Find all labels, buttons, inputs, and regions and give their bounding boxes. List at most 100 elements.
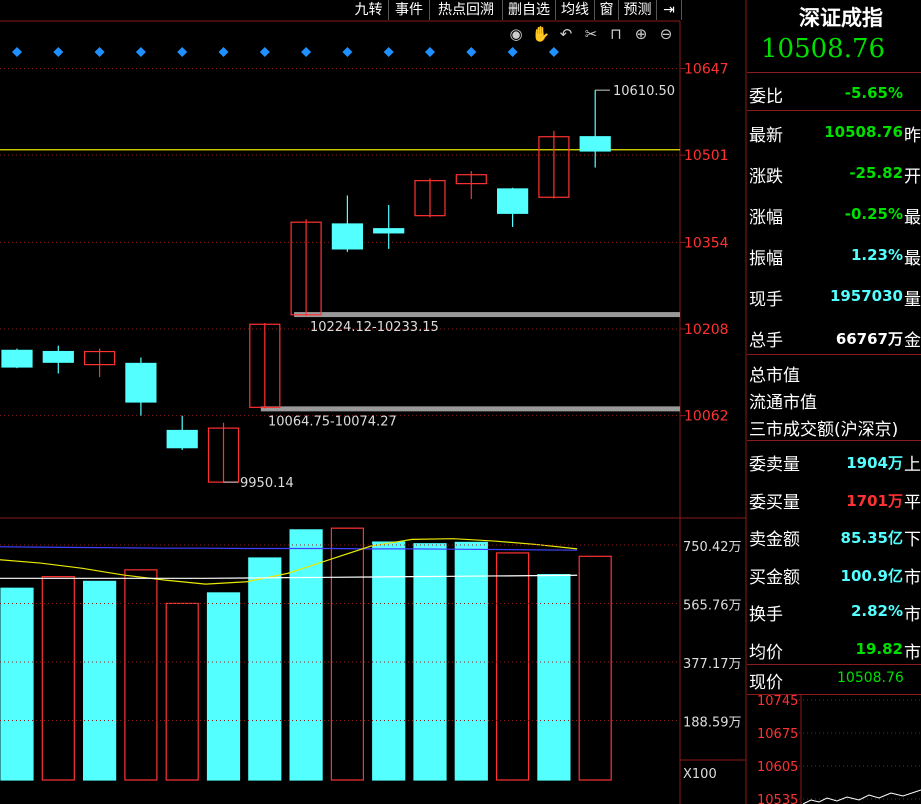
order-row-1-label: 委买量	[749, 492, 800, 513]
candle-body	[42, 350, 74, 363]
volume-bar	[330, 527, 364, 781]
signal-diamond	[12, 47, 22, 57]
volume-multiplier: X100	[683, 767, 717, 782]
index-title: 深证成指	[799, 5, 883, 30]
volume-tick-label: 188.59万	[683, 716, 742, 731]
volume-bar	[537, 574, 571, 781]
quote-row-1-value: -25.82	[849, 164, 903, 182]
volume-bar	[372, 541, 406, 781]
market-cap-label-0: 总市值	[749, 366, 800, 386]
lock-icon[interactable]: ⊓	[605, 25, 627, 43]
price-tick-label: 10062	[684, 409, 729, 425]
zoom-in-icon[interactable]: ⊕	[630, 25, 652, 43]
quote-row-3-label: 振幅	[749, 249, 783, 269]
order-row-3-suffix: 市	[904, 567, 921, 588]
order-row-5-value: 19.82	[855, 639, 903, 658]
zoom-out-icon[interactable]: ⊖	[655, 25, 677, 43]
volume-bar	[0, 587, 34, 781]
signal-diamond	[342, 47, 353, 57]
eye-icon[interactable]: ◉	[505, 25, 527, 43]
signal-diamond	[466, 47, 477, 57]
weibi-value: -5.65%	[844, 84, 903, 102]
volume-bar	[578, 555, 612, 781]
volume-ma-white	[0, 574, 578, 579]
panel-separator	[747, 72, 921, 73]
signal-diamond	[425, 47, 435, 57]
candle-body	[579, 136, 611, 152]
order-row-0-suffix: 上	[904, 455, 921, 475]
volume-tick-label: 377.17万	[683, 657, 742, 672]
xianjia-value: 10508.76	[837, 670, 904, 686]
volume-tick-label: 750.42万	[683, 540, 742, 555]
scissors-icon[interactable]: ✂	[580, 25, 602, 43]
volume-bar	[248, 557, 282, 781]
signal-diamond	[135, 47, 146, 57]
volume-tick-label: 565.76万	[683, 599, 742, 614]
quote-row-2-suffix: 最	[904, 208, 921, 228]
candle-body	[166, 429, 198, 449]
candle-body	[373, 228, 405, 234]
high-annotation: 10610.50	[613, 84, 675, 99]
order-row-1-suffix: 平	[904, 492, 921, 513]
gap-bar	[260, 406, 680, 412]
order-row-2-value: 85.35亿	[840, 529, 903, 547]
quote-row-4-label: 现手	[749, 290, 783, 310]
panel-separator	[747, 694, 921, 695]
quote-row-2-value: -0.25%	[844, 205, 903, 223]
mini-intraday-chart[interactable]: 10745 10675 10605 10535	[747, 694, 921, 804]
quote-panel: 深证成指 10508.76 委比 -5.65% 最新 10508.76 昨涨跌 -25…	[747, 0, 921, 804]
order-row-0-label: 委卖量	[749, 455, 800, 475]
price-tick-label: 10354	[684, 235, 729, 251]
order-row-4-value: 2.82%	[850, 602, 903, 620]
mini-tick-label: 10535	[757, 793, 798, 804]
order-row-1-value: 1701万	[846, 491, 903, 510]
order-row-5-label: 均价	[749, 642, 783, 663]
candle-body	[1, 349, 33, 368]
panel-separator	[747, 440, 921, 441]
order-row-3-label: 买金额	[749, 567, 800, 588]
mini-tick-label: 10745	[757, 694, 798, 709]
signal-diamond	[259, 47, 270, 57]
volume-bar	[206, 592, 241, 781]
index-price: 10508.76	[761, 34, 886, 64]
xianjia-label: 现价	[749, 673, 783, 693]
gap2-annotation: 10064.75-10074.27	[268, 414, 397, 429]
order-row-2-label: 卖金额	[749, 530, 800, 550]
weibi-label: 委比	[749, 87, 783, 107]
signal-diamond	[301, 47, 312, 57]
quote-row-0-suffix: 昨	[904, 126, 921, 146]
quote-row-3-value: 1.23%	[850, 246, 903, 264]
signal-diamond	[53, 47, 64, 57]
hand-icon[interactable]: ✋	[530, 25, 552, 43]
volume-ma-blue	[0, 546, 578, 551]
candle-body	[331, 223, 363, 250]
quote-row-2-label: 涨幅	[749, 208, 783, 228]
stock-chart-app: 九转 事件 热点回溯 删自选 均线窗预测 ⇥ 10647 10501 10354 10208 10…	[0, 0, 921, 804]
signal-diamond	[507, 47, 518, 57]
volume-bar	[454, 541, 488, 781]
quote-row-0-label: 最新	[749, 126, 783, 146]
order-row-5-suffix: 市	[904, 642, 921, 663]
gap1-annotation: 10224.12-10233.15	[310, 320, 439, 335]
panel-separator	[747, 664, 921, 665]
volume-bar	[124, 569, 158, 781]
signal-diamond	[177, 47, 188, 57]
quote-row-1-suffix: 开	[904, 167, 921, 187]
quote-row-4-value: 1957030	[829, 287, 903, 305]
quote-row-5-label: 总手	[749, 331, 783, 351]
order-row-0-value: 1904万	[846, 454, 903, 472]
volume-bar	[41, 576, 75, 781]
signal-diamond	[383, 47, 394, 57]
quote-row-5-value: 66767万	[835, 330, 903, 348]
order-row-4-suffix: 市	[904, 605, 921, 625]
market-cap-label-2: 三市成交额(沪深京)	[749, 420, 899, 440]
undo-icon[interactable]: ↶	[555, 25, 577, 43]
price-tick-label: 10501	[684, 148, 729, 164]
candle-body	[125, 362, 157, 403]
low-annotation: 9950.14	[240, 476, 294, 491]
order-row-4-label: 换手	[749, 605, 783, 625]
quote-row-3-suffix: 最	[904, 249, 921, 269]
volume-bar	[165, 602, 199, 781]
mini-tick-label: 10675	[757, 727, 798, 742]
price-tick-label: 10208	[684, 322, 729, 338]
